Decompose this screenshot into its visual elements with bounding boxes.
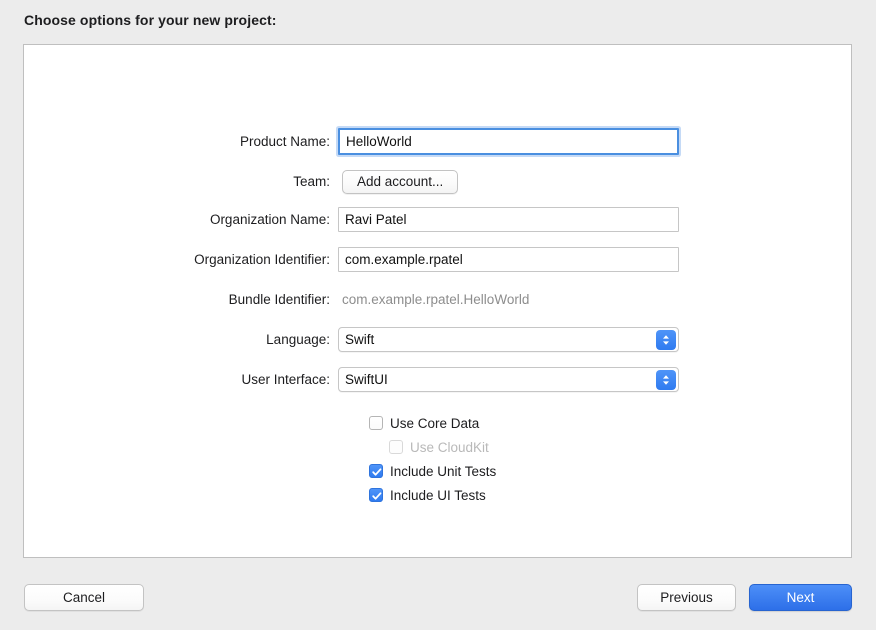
organization-identifier-label: Organization Identifier:: [194, 252, 330, 267]
language-control: Swift: [338, 327, 679, 352]
include-unit-tests-label: Include Unit Tests: [390, 463, 497, 479]
language-selected-value: Swift: [345, 332, 375, 347]
cancel-button[interactable]: Cancel: [24, 584, 144, 611]
bundle-identifier-control: com.example.rpatel.HelloWorld: [338, 287, 529, 312]
form-row-product-name: Product Name:: [24, 127, 851, 156]
product-name-label: Product Name:: [239, 134, 330, 149]
include-unit-tests-checkbox[interactable]: [369, 464, 383, 478]
checkbox-row-use-core-data[interactable]: Use Core Data: [369, 411, 851, 435]
use-core-data-checkbox[interactable]: [369, 416, 383, 430]
form-row-bundle-identifier: Bundle Identifier: com.example.rpatel.He…: [24, 285, 851, 314]
use-cloudkit-checkbox: [389, 440, 403, 454]
use-core-data-label: Use Core Data: [390, 415, 480, 431]
checkbox-row-include-ui-tests[interactable]: Include UI Tests: [369, 483, 851, 507]
previous-button[interactable]: Previous: [637, 584, 736, 611]
include-ui-tests-label: Include UI Tests: [390, 487, 486, 503]
checkbox-row-include-unit-tests[interactable]: Include Unit Tests: [369, 459, 851, 483]
user-interface-selected-value: SwiftUI: [345, 372, 388, 387]
product-name-control: [338, 128, 679, 155]
form-row-organization-name: Organization Name:: [24, 205, 851, 234]
team-control: Add account...: [338, 169, 459, 194]
checkbox-row-use-cloudkit: Use CloudKit: [369, 435, 851, 459]
project-options-checkboxes: Use Core Data Use CloudKit Include Unit …: [24, 411, 851, 507]
user-interface-select[interactable]: SwiftUI: [338, 367, 679, 392]
organization-name-label: Organization Name:: [209, 212, 330, 227]
form-row-team: Team: Add account...: [24, 167, 851, 196]
user-interface-label: User Interface:: [241, 372, 330, 387]
language-label: Language:: [266, 332, 330, 347]
use-cloudkit-label: Use CloudKit: [410, 439, 489, 455]
organization-name-control: [338, 207, 679, 232]
chevron-up-down-icon[interactable]: [656, 369, 676, 390]
project-options-form: Product Name: Team: Add account... Organ…: [24, 127, 851, 507]
form-row-user-interface: User Interface: SwiftUI: [24, 365, 851, 394]
form-row-organization-identifier: Organization Identifier:: [24, 245, 851, 274]
page-title: Choose options for your new project:: [24, 12, 277, 28]
organization-identifier-input[interactable]: [338, 247, 679, 272]
team-label: Team:: [293, 174, 330, 189]
bundle-identifier-value: com.example.rpatel.HelloWorld: [342, 292, 530, 307]
organization-name-input[interactable]: [338, 207, 679, 232]
chevron-up-down-icon[interactable]: [656, 329, 676, 350]
bundle-identifier-label: Bundle Identifier:: [228, 292, 330, 307]
organization-identifier-control: [338, 247, 679, 272]
add-account-button[interactable]: Add account...: [342, 169, 459, 194]
next-button[interactable]: Next: [749, 584, 852, 611]
language-select[interactable]: Swift: [338, 327, 679, 352]
dialog-footer: Cancel Previous Next: [0, 566, 876, 630]
form-row-language: Language: Swift: [24, 325, 851, 354]
user-interface-control: SwiftUI: [338, 367, 679, 392]
options-panel: Product Name: Team: Add account... Organ…: [23, 44, 852, 558]
include-ui-tests-checkbox[interactable]: [369, 488, 383, 502]
product-name-input[interactable]: [338, 128, 679, 155]
